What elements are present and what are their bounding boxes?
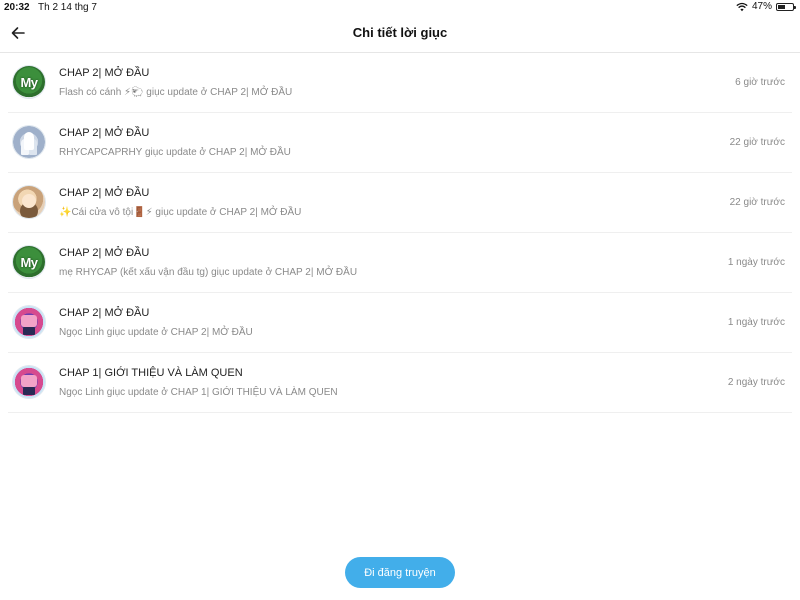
avatar: My — [13, 66, 45, 98]
battery-icon — [776, 2, 796, 11]
notification-message: Ngọc Linh giục update ở CHAP 2| MỞ ĐẦU — [59, 327, 253, 338]
page-title: Chi tiết lời giục — [352, 25, 448, 40]
status-bar: 20:32 Th 2 14 thg 7 47% — [0, 0, 800, 15]
chapter-title: CHAP 2| MỞ ĐẦU — [59, 127, 150, 139]
chapter-title: CHAP 2| MỞ ĐẦU — [59, 187, 150, 199]
timestamp: 22 giờ trước — [729, 197, 785, 208]
post-story-button[interactable]: Đi đăng truyện — [345, 557, 455, 588]
timestamp: 1 ngày trước — [727, 257, 785, 268]
chapter-title: CHAP 1| GIỚI THIỆU VÀ LÀM QUEN — [59, 367, 243, 379]
battery-fill — [778, 4, 785, 9]
notification-message: ✨Cái cửa vô tội🚪⚡ giục update ở CHAP 2| … — [59, 207, 302, 218]
avatar-text: My — [20, 74, 38, 90]
notification-list: My CHAP 2| MỞ ĐẦU Flash có cánh ⚡🐑 giục … — [0, 53, 800, 413]
list-item[interactable]: My CHAP 2| MỞ ĐẦU Flash có cánh ⚡🐑 giục … — [8, 53, 792, 113]
avatar — [13, 366, 45, 398]
status-date: Th 2 14 thg 7 — [38, 2, 97, 13]
avatar: My — [13, 246, 45, 278]
chapter-title: CHAP 2| MỞ ĐẦU — [59, 247, 150, 259]
avatar-text: My — [20, 254, 38, 270]
list-item[interactable]: CHAP 1| GIỚI THIỆU VÀ LÀM QUEN Ngọc Linh… — [8, 353, 792, 413]
timestamp: 1 ngày trước — [727, 317, 785, 328]
avatar — [13, 306, 45, 338]
timestamp: 22 giờ trước — [729, 137, 785, 148]
list-item[interactable]: CHAP 2| MỞ ĐẦU RHYCAPCAPRHY giục update … — [8, 113, 792, 173]
notification-message: Flash có cánh ⚡🐑 giục update ở CHAP 2| M… — [59, 87, 293, 98]
list-item[interactable]: CHAP 2| MỞ ĐẦU Ngọc Linh giục update ở C… — [8, 293, 792, 353]
navigation-bar: Chi tiết lời giục — [0, 15, 800, 53]
avatar — [13, 126, 45, 158]
timestamp: 2 ngày trước — [727, 377, 785, 388]
timestamp: 6 giờ trước — [735, 77, 785, 88]
status-time: 20:32 — [4, 2, 30, 13]
list-item[interactable]: CHAP 2| MỞ ĐẦU ✨Cái cửa vô tội🚪⚡ giục up… — [8, 173, 792, 233]
notification-message: Ngọc Linh giục update ở CHAP 1| GIỚI THI… — [59, 387, 338, 398]
chapter-title: CHAP 2| MỞ ĐẦU — [59, 67, 150, 79]
status-right: 47% — [736, 1, 796, 12]
battery-percent: 47% — [751, 1, 772, 12]
avatar — [13, 186, 45, 218]
wifi-icon — [736, 2, 748, 11]
list-item[interactable]: My CHAP 2| MỞ ĐẦU mẹ RHYCAP (kết xấu vận… — [8, 233, 792, 293]
notification-message: mẹ RHYCAP (kết xấu vận đầu tg) giục upda… — [59, 267, 358, 278]
chapter-title: CHAP 2| MỞ ĐẦU — [59, 307, 150, 319]
notification-message: RHYCAPCAPRHY giục update ở CHAP 2| MỞ ĐẦ… — [59, 147, 291, 158]
